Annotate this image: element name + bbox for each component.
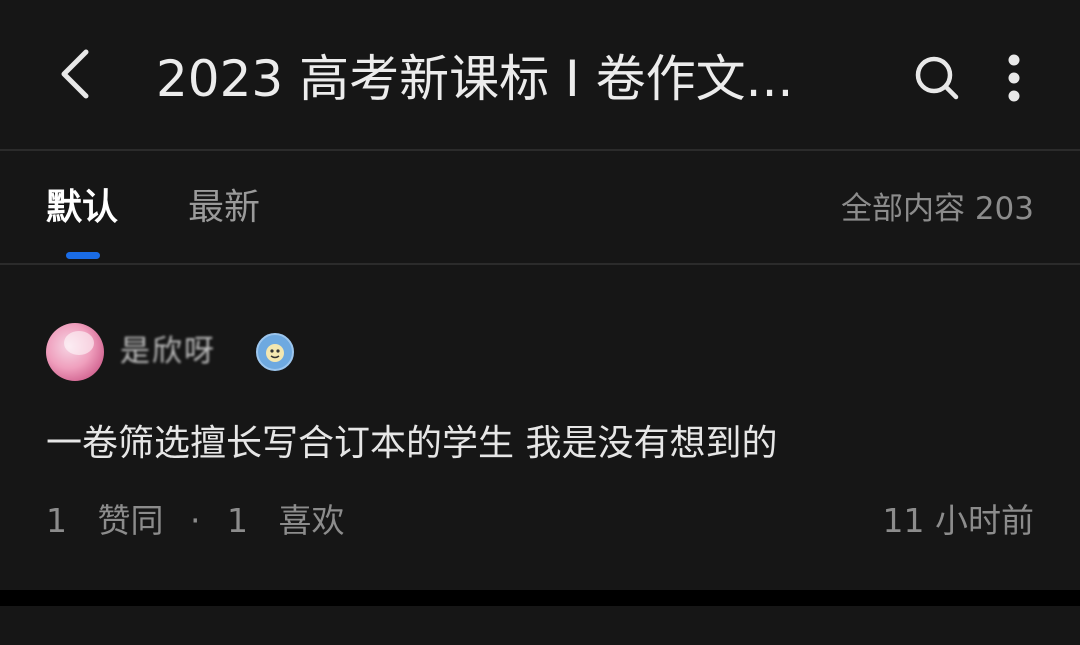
author-name[interactable]: 是欣呀 <box>120 331 216 373</box>
post-text[interactable]: 一卷筛选擅长写合订本的学生 我是没有想到的 <box>46 417 777 471</box>
stats-separator: · <box>190 501 201 540</box>
post-stats: 1 赞同 · 1 喜欢 <box>46 497 345 545</box>
author-badge <box>256 333 294 371</box>
tab-bar: 默认 最新 全部内容 203 <box>0 151 1080 263</box>
search-icon <box>915 56 959 100</box>
like-count: 1 <box>227 501 248 540</box>
page: 2023 高考新课标 I 卷作文... 默认 最新 全部内容 203 是欣呀 一… <box>0 0 1080 645</box>
badge-icon <box>266 344 284 362</box>
page-title: 2023 高考新课标 I 卷作文... <box>156 50 794 108</box>
back-button[interactable] <box>48 38 104 110</box>
more-options-button[interactable] <box>990 48 1038 108</box>
post-card[interactable]: 是欣呀 一卷筛选擅长写合订本的学生 我是没有想到的 1 赞同 · 1 喜欢 11… <box>0 265 1080 590</box>
more-vertical-icon <box>1008 54 1020 102</box>
top-app-bar: 2023 高考新课标 I 卷作文... <box>0 0 1080 150</box>
tab-latest[interactable]: 最新 <box>188 183 260 233</box>
agree-label: 赞同 <box>97 501 164 540</box>
total-content-count: 全部内容 203 <box>840 191 1034 227</box>
active-tab-indicator <box>66 252 100 259</box>
post-timestamp: 11 小时前 <box>882 501 1034 540</box>
tab-default[interactable]: 默认 <box>46 183 118 233</box>
next-post-card[interactable] <box>0 606 1080 645</box>
like-label: 喜欢 <box>278 501 345 540</box>
agree-count: 1 <box>46 501 67 540</box>
search-button[interactable] <box>908 48 966 108</box>
chevron-left-icon <box>61 49 89 99</box>
avatar[interactable] <box>46 323 104 381</box>
